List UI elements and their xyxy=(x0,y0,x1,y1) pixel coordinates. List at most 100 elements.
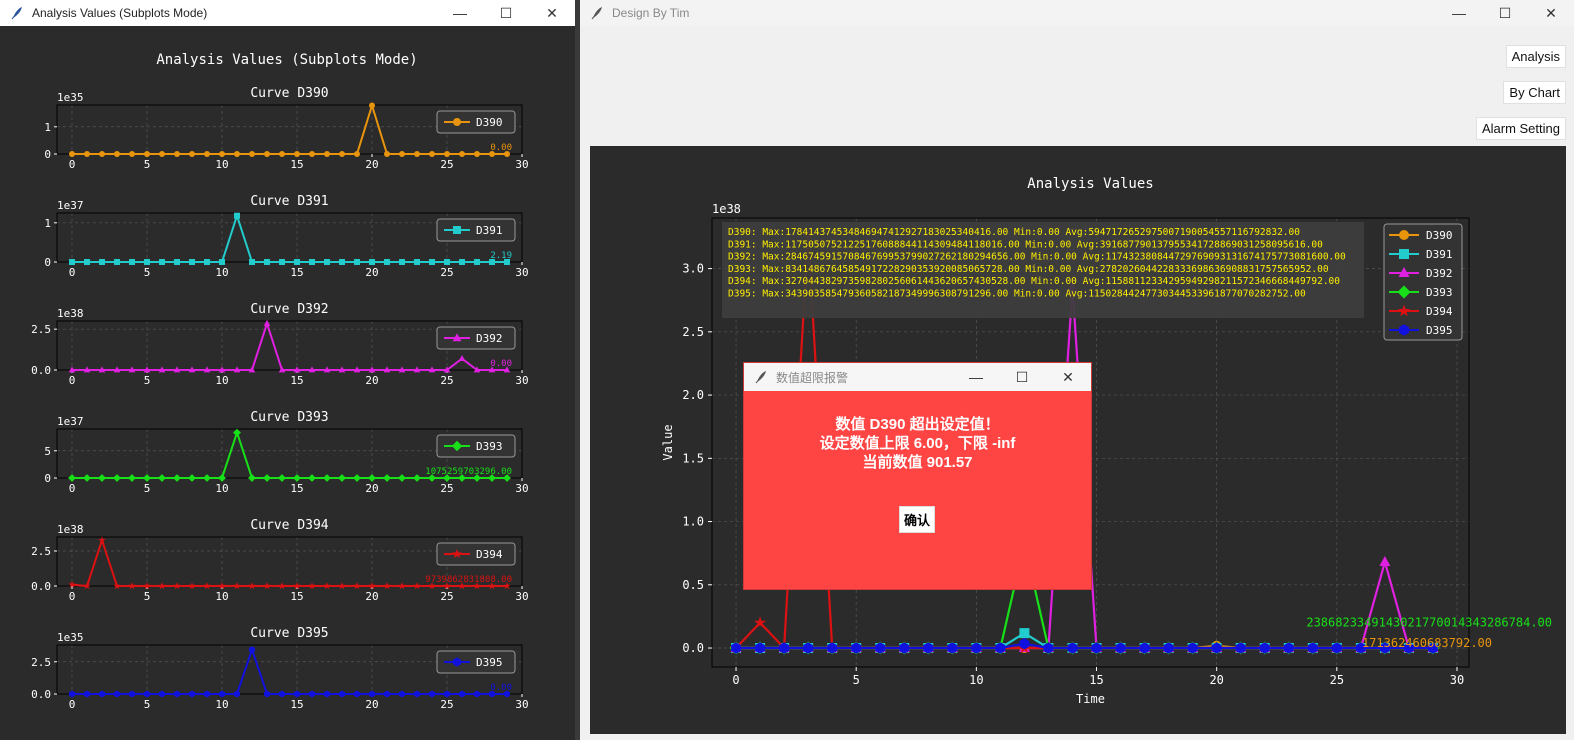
legend-label: D394 xyxy=(476,548,503,561)
x-tick-label: 15 xyxy=(290,482,303,495)
y-tick-label: 1.5 xyxy=(682,451,704,465)
maximize-button[interactable]: ☐ xyxy=(1482,0,1528,26)
x-tick-label: 10 xyxy=(969,673,983,687)
legend-label: D393 xyxy=(1426,286,1453,299)
x-tick-label: 10 xyxy=(215,482,228,495)
window-title: Analysis Values (Subplots Mode) xyxy=(32,6,208,20)
end-value-label: 1075259703296.00 xyxy=(425,467,512,477)
data-point xyxy=(204,151,210,157)
data-point xyxy=(324,151,330,157)
figure-title: Analysis Values (Subplots Mode) xyxy=(156,52,417,68)
data-point xyxy=(173,474,181,482)
close-button[interactable]: ✕ xyxy=(529,0,575,26)
subplots-window: Analysis Values (Subplots Mode) — ☐ ✕ An… xyxy=(0,0,575,740)
x-tick-label: 20 xyxy=(365,374,378,387)
data-point xyxy=(444,151,450,157)
x-tick-label: 5 xyxy=(144,698,151,711)
confirm-button[interactable]: 确认 xyxy=(899,506,936,533)
data-point xyxy=(128,474,136,482)
y-tick-label: 1 xyxy=(44,217,51,230)
data-point xyxy=(83,474,91,482)
x-tick-label: 15 xyxy=(1089,673,1103,687)
axis-exponent: 1e38 xyxy=(57,523,84,536)
data-point xyxy=(353,474,361,482)
axis-exponent: 1e35 xyxy=(57,91,84,104)
stats-line: D390: Max:178414374534846947412927183025… xyxy=(728,227,1300,238)
subplot-D392: Curve D392 1e38 0 5 10 15 20 25 30 0.0 2.5 0.00 D392 xyxy=(31,302,529,387)
legend-label: D392 xyxy=(1426,267,1453,280)
data-point xyxy=(1379,556,1391,567)
axis-exponent: 1e37 xyxy=(57,415,84,428)
stats-line: D392: Max:284674591570846769953799027262… xyxy=(728,252,1346,263)
x-tick-label: 5 xyxy=(144,482,151,495)
x-tick-label: 0 xyxy=(69,266,76,279)
x-tick-label: 25 xyxy=(1330,673,1344,687)
x-tick-label: 30 xyxy=(515,158,528,171)
data-point xyxy=(69,690,75,698)
y-tick-label: 2.5 xyxy=(31,323,51,336)
x-tick-label: 25 xyxy=(440,266,453,279)
axis-exponent: 1e38 xyxy=(712,202,741,216)
data-point xyxy=(69,259,75,265)
y-tick-label: 0.0 xyxy=(31,580,51,593)
data-point xyxy=(294,151,300,157)
y-tick-label: 1.0 xyxy=(682,515,704,529)
data-point xyxy=(444,690,450,698)
x-tick-label: 30 xyxy=(515,482,528,495)
data-point xyxy=(414,259,420,265)
subplot-D393: Curve D393 1e37 0 5 10 15 20 25 30 0 5 107525970329… xyxy=(44,410,528,495)
analysis-button[interactable]: Analysis xyxy=(1505,45,1566,68)
data-point xyxy=(414,151,420,157)
data-point xyxy=(143,474,151,482)
alarm-dialog-titlebar[interactable]: 数值超限报警 — ☐ ✕ xyxy=(744,363,1091,391)
data-point xyxy=(219,259,225,265)
data-point xyxy=(144,690,150,698)
data-point xyxy=(264,151,270,157)
series-line xyxy=(736,642,1433,650)
x-tick-label: 0 xyxy=(69,698,76,711)
maximize-button[interactable]: ☐ xyxy=(999,364,1045,390)
x-tick-label: 20 xyxy=(365,266,378,279)
y-tick-label: 1 xyxy=(44,121,51,134)
x-tick-label: 15 xyxy=(290,374,303,387)
by-chart-button[interactable]: By Chart xyxy=(1503,81,1566,104)
x-tick-label: 15 xyxy=(290,698,303,711)
data-point xyxy=(354,151,360,157)
data-point xyxy=(309,259,315,265)
minimize-button[interactable]: — xyxy=(1436,0,1482,26)
data-point xyxy=(474,690,480,698)
alarm-dialog: 数值超限报警 — ☐ ✕ 数值 D390 超出设定值！ 设定数值上限 6.00，… xyxy=(743,362,1092,590)
data-point xyxy=(368,474,376,482)
legend-marker xyxy=(453,118,461,126)
data-point xyxy=(459,259,465,265)
end-value-label: 9739862831808.00 xyxy=(425,575,512,585)
minimize-button[interactable]: — xyxy=(437,0,483,26)
legend-label: D392 xyxy=(476,332,503,345)
data-point xyxy=(144,151,150,157)
main-window-titlebar[interactable]: Design By Tim — ☐ ✕ xyxy=(580,0,1574,26)
stats-line: D394: Max:327044382973598280256061443620… xyxy=(728,276,1340,287)
data-point xyxy=(278,474,286,482)
subplot-title: Curve D394 xyxy=(250,518,328,533)
alarm-setting-button[interactable]: Alarm Setting xyxy=(1475,117,1566,140)
axis-exponent: 1e38 xyxy=(57,307,84,320)
legend-label: D391 xyxy=(1426,248,1453,261)
minimize-button[interactable]: — xyxy=(953,364,999,390)
data-point xyxy=(279,151,285,157)
y-tick-label: 0 xyxy=(44,256,51,269)
data-point xyxy=(203,474,211,482)
close-button[interactable]: ✕ xyxy=(1045,364,1091,390)
maximize-button[interactable]: ☐ xyxy=(483,0,529,26)
x-tick-label: 0 xyxy=(732,673,739,687)
subplots-window-titlebar[interactable]: Analysis Values (Subplots Mode) — ☐ ✕ xyxy=(0,0,575,26)
data-point xyxy=(429,690,435,698)
x-tick-label: 25 xyxy=(440,158,453,171)
subplots-canvas: Analysis Values (Subplots Mode) Curve D3… xyxy=(31,52,529,711)
close-button[interactable]: ✕ xyxy=(1528,0,1574,26)
data-point xyxy=(234,212,240,219)
data-point xyxy=(1019,628,1030,639)
data-point xyxy=(354,690,360,698)
data-point xyxy=(159,690,165,698)
x-tick-label: 20 xyxy=(365,590,378,603)
legend-marker xyxy=(1399,249,1409,259)
